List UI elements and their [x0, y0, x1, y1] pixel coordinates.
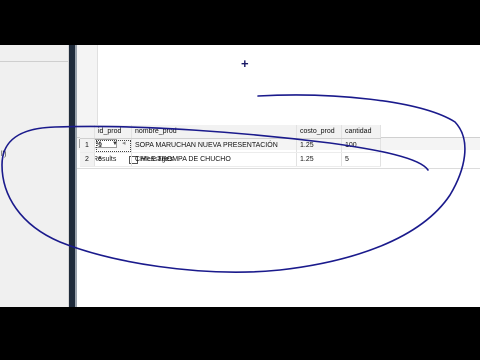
results-grid: id_prod nombre_prod costo_prod cantidad … — [80, 125, 381, 167]
table-cell[interactable]: CHILE TROMPA DE CHUCHO — [131, 152, 297, 167]
table-cell[interactable]: SOPA MARUCHAN NUEVA PRESENTACIÓN — [131, 138, 297, 153]
table-cell[interactable]: 100 — [341, 138, 381, 153]
panel-header — [0, 51, 68, 62]
table-cell[interactable]: 1.25 — [296, 152, 342, 167]
table-row[interactable]: 2 6 CHILE TROMPA DE CHUCHO 1.25 5 — [80, 152, 381, 167]
table-cell[interactable]: 1.25 — [296, 138, 342, 153]
column-header[interactable]: id_prod — [94, 125, 132, 139]
column-header[interactable]: nombre_prod — [131, 125, 297, 139]
column-header[interactable]: cantidad — [341, 125, 381, 139]
column-header[interactable]: costo_prod — [296, 125, 342, 139]
grid-header-row: id_prod nombre_prod costo_prod cantidad — [80, 125, 381, 139]
panel-text-fragment: ll) — [1, 151, 7, 158]
editor-gutter — [77, 45, 98, 137]
table-cell[interactable]: 5 — [341, 152, 381, 167]
crosshair-cursor-icon: + — [241, 56, 249, 71]
row-number: 1 — [80, 138, 95, 153]
row-number-header — [80, 125, 95, 139]
table-cell[interactable]: 6 — [94, 152, 132, 167]
table-cell[interactable]: 1 — [94, 138, 132, 153]
object-explorer-panel: ll) — [0, 45, 69, 307]
row-number: 2 — [80, 152, 95, 167]
sql-editor-window: ll) 170 % ▼ ◂ Results Messages — [0, 45, 480, 307]
table-row[interactable]: 1 1 SOPA MARUCHAN NUEVA PRESENTACIÓN 1.2… — [80, 138, 381, 153]
